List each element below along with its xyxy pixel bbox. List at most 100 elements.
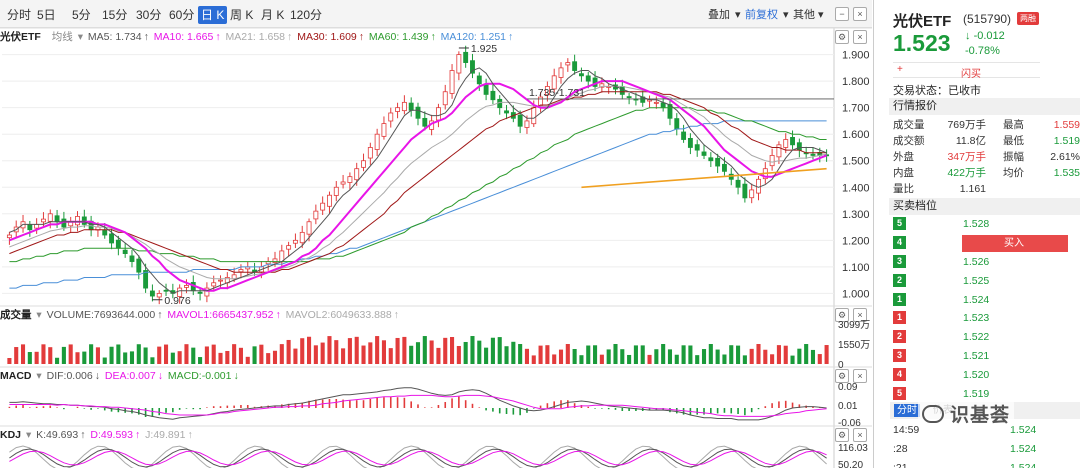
ask-row[interactable]: 3 1.526 xyxy=(893,252,1080,271)
buy-button[interactable]: 买入 xyxy=(962,235,1068,252)
period-day-k[interactable]: 日 K xyxy=(198,6,228,24)
period-120min[interactable]: 120分 xyxy=(287,6,325,24)
y-tick-label: 1.600 xyxy=(842,129,870,141)
quote-value: 422万手 xyxy=(947,167,986,179)
overlay-button[interactable]: 叠加 xyxy=(708,6,730,24)
volume-tick-label: 0 xyxy=(838,360,844,371)
close-icon[interactable]: × xyxy=(853,7,867,21)
volume-bar xyxy=(95,347,100,364)
candle-body xyxy=(115,239,121,249)
volume-bar xyxy=(681,345,686,364)
period-week-k[interactable]: 周 K xyxy=(227,6,256,24)
level-price: 1.520 xyxy=(963,369,990,381)
bid-row[interactable]: 1 1.523 xyxy=(893,308,1080,327)
flash-buy-label[interactable]: 闪买 xyxy=(961,65,981,80)
candle-body xyxy=(558,67,564,78)
candle-body xyxy=(197,291,203,294)
minimize-icon[interactable]: − xyxy=(835,7,849,21)
candle-body xyxy=(122,249,128,254)
kline-chart[interactable]: 1.900 1.800 1.700 1.600 1.500 1.400 1.300 1.200… xyxy=(0,28,872,468)
plus-icon[interactable]: + xyxy=(897,64,903,75)
volume-bar xyxy=(477,340,482,364)
ask-row[interactable]: 2 1.525 xyxy=(893,271,1080,290)
period-month-k[interactable]: 月 K xyxy=(258,6,287,24)
volume-bar xyxy=(82,351,87,364)
volume-bar xyxy=(524,348,530,364)
volume-bar xyxy=(198,357,203,364)
level-index: 3 xyxy=(893,349,906,362)
candle-body xyxy=(149,290,155,297)
period-5min[interactable]: 5分 xyxy=(69,6,94,24)
period-60min[interactable]: 60分 xyxy=(166,6,197,24)
quote-value: 769万手 xyxy=(947,119,986,131)
volume-bar xyxy=(286,339,291,364)
level-price: 1.526 xyxy=(963,256,990,268)
down-arrow-icon: ↓ xyxy=(965,30,971,42)
volume-bar xyxy=(647,354,652,364)
period-15min[interactable]: 15分 xyxy=(99,6,130,24)
quote-value: 1.535 xyxy=(1053,167,1080,179)
bid-row[interactable]: 2 1.522 xyxy=(893,327,1080,346)
adjust-button[interactable]: 前复权 xyxy=(745,6,778,24)
other-button[interactable]: 其他 xyxy=(793,6,815,24)
tick-price: 1.524 xyxy=(1010,462,1037,468)
volume-bar xyxy=(701,349,707,364)
volume-bar xyxy=(695,355,700,364)
candle-body xyxy=(715,157,721,167)
candle-body xyxy=(722,163,727,172)
other-chevron-icon[interactable]: ▾ xyxy=(818,6,824,24)
volume-bar xyxy=(756,344,761,364)
flash-buy-bar[interactable]: + 闪买 xyxy=(893,62,1040,80)
quote-label: 均价 xyxy=(1003,167,1024,179)
candle-body xyxy=(435,107,441,121)
candle-body xyxy=(367,147,373,159)
candle-body xyxy=(470,60,475,74)
quote-value: 2.61% xyxy=(1050,151,1080,163)
bid-row[interactable]: 3 1.521 xyxy=(893,346,1080,365)
volume-bar xyxy=(708,344,713,364)
price-change-value: -0.012 xyxy=(973,30,1005,42)
buy-label[interactable]: 买入 xyxy=(1004,238,1024,249)
tick-price: 1.524 xyxy=(1010,443,1037,455)
volume-bar xyxy=(293,348,298,364)
adjust-chevron-icon[interactable]: ▾ xyxy=(783,6,789,24)
candle-body xyxy=(674,118,680,130)
watermark-text: 识基荟 xyxy=(950,405,1011,426)
volume-bar xyxy=(163,344,169,364)
bid-row[interactable]: 4 1.520 xyxy=(893,365,1080,384)
level-price: 1.519 xyxy=(963,388,990,400)
volume-bar xyxy=(7,358,12,364)
candle-body xyxy=(306,221,312,235)
volume-bar xyxy=(75,352,80,364)
volume-bar xyxy=(674,354,679,364)
volume-bar xyxy=(266,353,271,364)
candle-body xyxy=(286,245,292,250)
level-index: 3 xyxy=(893,255,906,268)
volume-bar xyxy=(470,336,475,364)
period-30min[interactable]: 30分 xyxy=(133,6,164,24)
volume-bar xyxy=(41,344,46,364)
level-price: 1.524 xyxy=(963,294,990,306)
ask-row[interactable]: 5 1.528 xyxy=(893,214,1080,233)
candle-body xyxy=(585,75,591,82)
candle-body xyxy=(6,234,12,239)
candle-body xyxy=(102,229,108,236)
candle-body xyxy=(517,114,523,127)
candle-body xyxy=(347,176,353,183)
volume-bar xyxy=(381,340,386,364)
volume-bar xyxy=(347,338,352,364)
volume-bar xyxy=(27,352,32,364)
volume-bar xyxy=(300,338,305,364)
volume-bar xyxy=(443,337,448,364)
candle-body xyxy=(408,102,414,111)
tick-tab-timeshare[interactable]: 分时 xyxy=(894,404,920,417)
ask-row[interactable]: 1 1.524 xyxy=(893,290,1080,309)
candle-body xyxy=(619,86,625,95)
volume-bar xyxy=(20,344,26,364)
volume-bar xyxy=(259,344,264,364)
period-5day[interactable]: 5日 xyxy=(34,6,59,24)
period-timeshare[interactable]: 分时 xyxy=(4,6,34,24)
overlay-chevron-icon[interactable]: ▾ xyxy=(735,6,741,24)
volume-bar xyxy=(102,357,107,364)
candle-body xyxy=(449,70,455,94)
